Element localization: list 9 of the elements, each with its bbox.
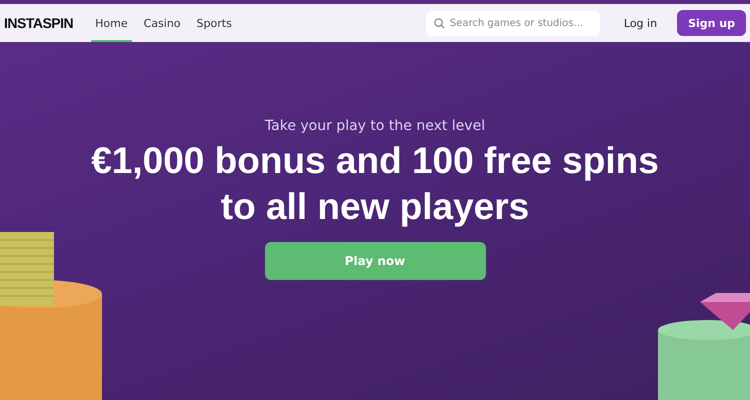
login-button[interactable]: Log in (620, 12, 662, 34)
logo[interactable]: INSTASPIN (4, 15, 74, 31)
hero-subtitle: Take your play to the next level (264, 118, 486, 134)
search-icon (434, 18, 445, 28)
nav-tab[interactable]: Casino (140, 4, 185, 42)
search-field[interactable]: Search games or studios... (426, 10, 600, 36)
hero-headline: €1,000 bonus and 100 free spins to all new players (90, 139, 660, 229)
signup-button[interactable]: Sign up (677, 10, 746, 36)
nav-tab[interactable]: Sports (192, 4, 236, 42)
